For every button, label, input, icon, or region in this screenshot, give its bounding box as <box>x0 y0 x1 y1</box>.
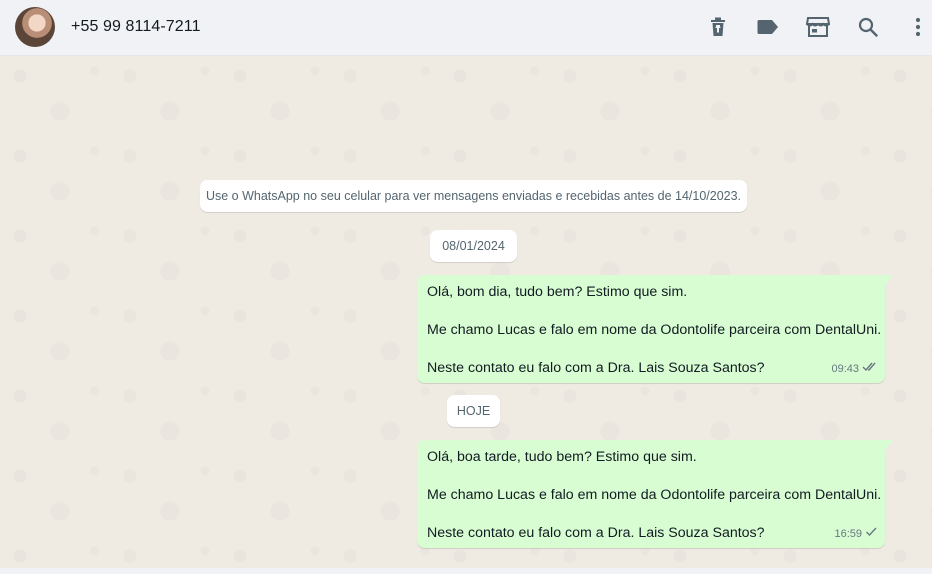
date-separator: 08/01/2024 <box>430 230 517 262</box>
double-check-icon <box>862 360 878 379</box>
composer-edge <box>0 568 932 574</box>
message-line: Neste contato eu falo com a Dra. Lais So… <box>427 360 765 376</box>
message-meta: 09:43 <box>831 360 878 379</box>
delete-icon[interactable] <box>705 14 731 40</box>
menu-icon[interactable] <box>905 14 931 40</box>
date-label: 08/01/2024 <box>442 239 505 253</box>
message-line: Olá, bom dia, tudo bem? Estimo que sim. <box>427 284 688 300</box>
message-meta: 16:59 <box>834 525 878 544</box>
whatsapp-chat-window: +55 99 8114-7211 Use o WhatsApp no seu c… <box>0 0 932 574</box>
outgoing-message[interactable]: Olá, bom dia, tudo bem? Estimo que sim. … <box>417 275 893 383</box>
chat-header: +55 99 8114-7211 <box>0 0 932 56</box>
single-check-icon <box>865 525 878 544</box>
outgoing-message[interactable]: Olá, boa tarde, tudo bem? Estimo que sim… <box>417 440 893 548</box>
message-line: Olá, boa tarde, tudo bem? Estimo que sim… <box>427 449 697 465</box>
message-time: 16:59 <box>834 528 862 540</box>
system-notice-text: Use o WhatsApp no seu celular para ver m… <box>205 189 742 203</box>
store-icon[interactable] <box>805 14 831 40</box>
message-time: 09:43 <box>831 363 859 375</box>
message-line: Neste contato eu falo com a Dra. Lais So… <box>427 525 765 541</box>
contact-avatar[interactable] <box>15 7 55 47</box>
contact-name[interactable]: +55 99 8114-7211 <box>71 18 201 36</box>
search-icon[interactable] <box>855 14 881 40</box>
message-line: Me chamo Lucas e falo em nome da Odontol… <box>427 487 882 503</box>
message-line: Me chamo Lucas e falo em nome da Odontol… <box>427 322 882 338</box>
date-separator: HOJE <box>447 395 500 427</box>
system-notice: Use o WhatsApp no seu celular para ver m… <box>200 180 747 212</box>
label-icon[interactable] <box>755 14 781 40</box>
date-label: HOJE <box>456 404 491 418</box>
